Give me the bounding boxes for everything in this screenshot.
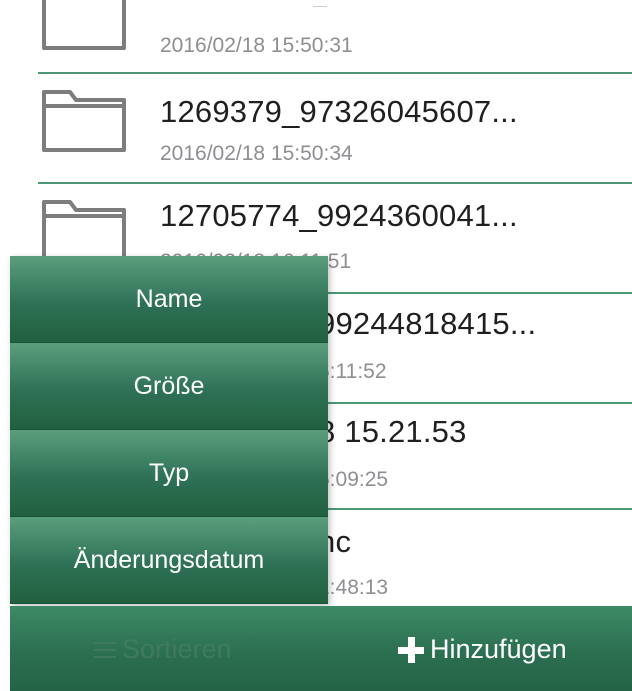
sort-by-type[interactable]: Typ bbox=[10, 430, 328, 517]
list-item[interactable]: 2016/02/18 15:50:31 bbox=[0, 0, 632, 74]
plus-icon bbox=[396, 635, 426, 665]
list-icon bbox=[94, 641, 116, 659]
folder-icon bbox=[40, 198, 128, 264]
file-date: 6:09:25 bbox=[318, 468, 389, 491]
file-date: 2016/02/18 15:50:34 bbox=[160, 142, 353, 165]
file-date: 6:11:52 bbox=[318, 360, 387, 383]
file-name: 1269379_97326045607... bbox=[160, 94, 518, 129]
add-label: Hinzufügen bbox=[430, 634, 567, 664]
bottom-toolbar: Sortieren Hinzufügen bbox=[10, 606, 632, 691]
file-date: 1:48:13 bbox=[318, 576, 389, 599]
file-name: 99244818415... bbox=[318, 306, 537, 341]
sort-button[interactable]: Sortieren bbox=[94, 634, 232, 665]
folder-icon bbox=[40, 0, 128, 52]
sort-by-name[interactable]: Name bbox=[10, 256, 328, 343]
list-item[interactable]: 1269379_97326045607... 2016/02/18 15:50:… bbox=[0, 74, 632, 184]
sort-menu: Name Größe Typ Änderungsdatum bbox=[10, 256, 328, 604]
folder-icon bbox=[40, 88, 128, 154]
add-button[interactable]: Hinzufügen bbox=[396, 634, 567, 665]
file-date: 2016/02/18 15:50:31 bbox=[160, 34, 353, 57]
file-name: 8 15.21.53 bbox=[318, 414, 467, 449]
sort-by-size[interactable]: Größe bbox=[10, 343, 328, 430]
sort-label: Sortieren bbox=[122, 634, 232, 664]
sort-by-modified-date[interactable]: Änderungsdatum bbox=[10, 517, 328, 604]
file-name: 12705774_9924360041... bbox=[160, 198, 518, 233]
